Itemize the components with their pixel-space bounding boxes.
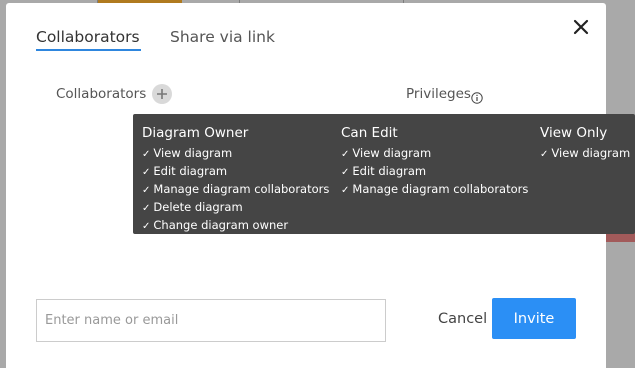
tab-share-via-link[interactable]: Share via link [170,27,275,47]
privilege-item: ✓ Edit diagram [142,164,228,178]
check-icon: ✓ [142,167,151,178]
cancel-button[interactable]: Cancel [438,309,487,329]
privilege-item: ✓ Manage diagram collaborators [142,182,330,196]
privilege-title: Diagram Owner [142,125,249,141]
privileges-heading: Privileges [406,86,471,102]
check-icon: ✓ [341,167,350,178]
invite-email-input[interactable] [36,299,386,342]
add-collaborator-button[interactable] [152,84,172,104]
privilege-title: View Only [540,125,608,141]
privilege-column-owner: Diagram Owner ✓ View diagram ✓ Edit diagra… [142,125,329,235]
privilege-item: ✓ Delete diagram [142,200,243,214]
check-icon: ✓ [341,185,350,196]
check-icon: ✓ [142,203,151,214]
check-icon: ✓ [142,149,151,160]
close-button[interactable] [571,17,591,37]
check-icon: ✓ [142,221,151,232]
info-icon [471,92,483,104]
privilege-item: ✓ View diagram [142,146,233,160]
collaborators-heading: Collaborators [56,86,147,102]
invite-button[interactable]: Invite [492,298,576,339]
check-icon: ✓ [142,185,151,196]
privileges-info-button[interactable] [471,89,483,104]
privilege-item: ✓ Edit diagram [341,164,427,178]
privilege-column-can-edit: Can Edit ✓ View diagram ✓ Edit diagram ✓ Ma… [341,125,528,199]
privilege-item: ✓ View diagram [540,146,631,160]
check-icon: ✓ [540,149,549,160]
close-icon [573,19,589,35]
privilege-item: ✓ Change diagram owner [142,218,289,232]
privileges-tooltip: Diagram Owner ✓ View diagram ✓ Edit diagra… [133,114,635,234]
tab-collaborators[interactable]: Collaborators [36,27,140,47]
privilege-item: ✓ Manage diagram collaborators [341,182,529,196]
privilege-title: Can Edit [341,125,398,141]
privilege-column-view-only: View Only ✓ View diagram [540,125,630,163]
active-tab-indicator [36,49,141,51]
privilege-item: ✓ View diagram [341,146,432,160]
check-icon: ✓ [341,149,350,160]
plus-icon [157,89,167,99]
